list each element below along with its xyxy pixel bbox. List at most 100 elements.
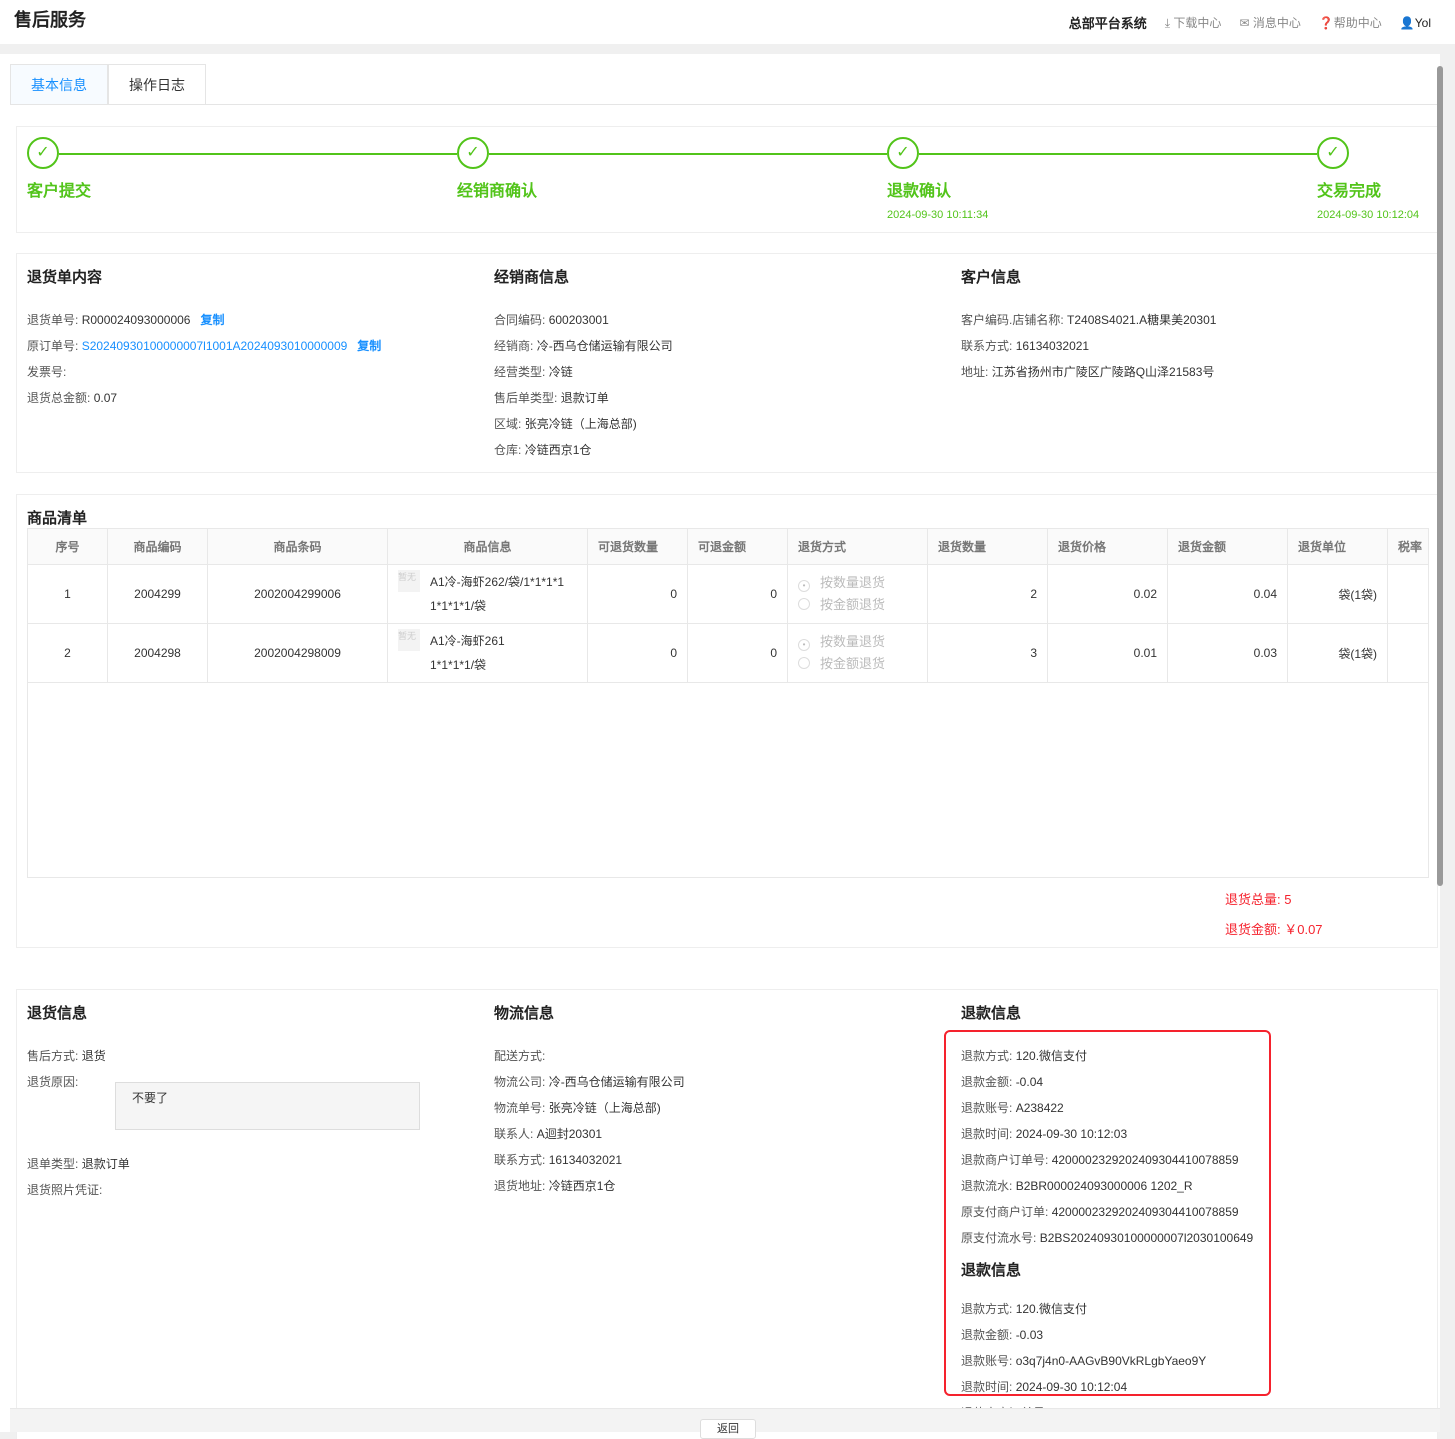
info-row: 客户编码.店铺名称: T2408S4021.A糖果美20301 (961, 307, 1216, 333)
total-quantity: 退货总量: 5 (1225, 892, 1292, 907)
field-value: 冷链 (548, 365, 573, 379)
cell-qty-avail: 0 (587, 623, 688, 683)
table-row: 2 2004298 2002004298009 暂无 A1冷-海虾261 1*1*1… (27, 623, 1429, 683)
return-total: 0.07 (93, 391, 118, 405)
progress-steps: ✓ 客户提交 ✓ 经销商确认 ✓ 退款确认 2024-09-30 10:11:34 ✓ 交… (16, 126, 1438, 233)
original-order-link[interactable]: S20240930100000007l1001A2024093010000009 (82, 339, 348, 353)
cell-amt-avail: 0 (687, 564, 788, 624)
product-name: A1冷-海虾261 (430, 634, 505, 648)
radio-by-amount[interactable]: 按金额退货 (798, 594, 917, 616)
step-label: 客户提交 (27, 183, 92, 200)
section-title: 退款信息 (961, 1005, 1022, 1022)
info-row: 退货地址: 冷链西京1仓 (494, 1173, 685, 1199)
tab-bar: 基本信息 操作日志 (10, 64, 1440, 105)
top-header: 售后服务 总部平台系统 ⤓ 下载中心 ✉ 消息中心 ❓帮助中心 👤Yol (0, 0, 1455, 44)
field-label: 区域: (494, 417, 522, 431)
step-3: ✓ 退款确认 2024-09-30 10:11:34 (887, 137, 988, 221)
info-row: 区域: 张亮冷链（上海总部) (494, 411, 673, 437)
scrollbar[interactable] (1437, 66, 1443, 886)
field-label: 地址: (961, 365, 989, 379)
field-label: 联系人: (494, 1127, 534, 1141)
info-row: 地址: 江苏省扬州市广陵区广陵路Q山泽21583号 (961, 359, 1216, 385)
section-title: 客户信息 (961, 269, 1022, 286)
column-header: 可退货数量 (587, 528, 688, 565)
step-connector (489, 153, 887, 155)
radio-label: 按金额退货 (820, 597, 886, 612)
step-1: ✓ 客户提交 (27, 137, 91, 201)
system-name[interactable]: 总部平台系统 (1069, 13, 1147, 32)
cell-price: 0.02 (1047, 564, 1168, 624)
total-amount: 退货金额: ￥0.07 (1225, 922, 1323, 937)
help-center-link[interactable]: ❓帮助中心 (1319, 14, 1382, 31)
tab-operation-log[interactable]: 操作日志 (108, 64, 206, 104)
goods-card: 商品清单 序号 商品编码 商品条码 商品信息 可退货数量 可退金额 退货方式 退货数量 退货价格… (16, 494, 1438, 948)
info-row: 配送方式: (494, 1043, 685, 1069)
cell-no: 2 (27, 623, 108, 683)
tab-basic-info[interactable]: 基本信息 (10, 64, 108, 104)
step-4: ✓ 交易完成 2024-09-30 10:12:04 (1317, 137, 1419, 221)
cell-barcode: 2002004298009 (207, 623, 388, 683)
info-row: 联系方式: 16134032021 (494, 1147, 685, 1173)
return-order-section: 退货单内容 退货单号: R000024093000006 复制 原订单号: S20… (27, 266, 381, 411)
footer-bar: 返回 (10, 1408, 1440, 1439)
info-row: 经销商: 冷-西乌仓储运输有限公司 (494, 333, 673, 359)
field-label: 原订单号: (27, 339, 79, 353)
return-info-section: 退货信息 售后方式: 退货 退货原因: 不要了 退单类型: 退款订单 退货照片凭… (27, 1002, 420, 1203)
section-title: 商品清单 (27, 510, 88, 527)
field-label: 经销商: (494, 339, 534, 353)
cell-amount: 0.04 (1167, 564, 1288, 624)
check-icon: ✓ (27, 137, 59, 169)
field-value: 冷-西乌仓储运输有限公司 (536, 339, 673, 353)
cell-barcode: 2002004299006 (207, 564, 388, 624)
field-label: 退货照片凭证: (27, 1183, 103, 1197)
field-label: 客户编码.店铺名称: (961, 313, 1064, 327)
field-label: 退货总金额: (27, 391, 91, 405)
field-label: 退单类型: (27, 1157, 79, 1171)
info-row: 物流单号: 张亮冷链（上海总部) (494, 1095, 685, 1121)
field-value: 退款订单 (560, 391, 609, 405)
dealer-section: 经销商信息 合同编码: 600203001 经销商: 冷-西乌仓储运输有限公司 经营… (494, 266, 673, 463)
column-header: 退货方式 (787, 528, 928, 565)
field-value: T2408S4021.A糖果美20301 (1067, 313, 1217, 327)
column-header: 税率 (1387, 528, 1429, 565)
return-reason-textarea[interactable]: 不要了 (115, 1082, 420, 1130)
field-label: 售后方式: (27, 1049, 79, 1063)
field-label: 联系方式: (494, 1153, 546, 1167)
field-label: 售后单类型: (494, 391, 558, 405)
field-value: 张亮冷链（上海总部) (524, 417, 637, 431)
highlight-box (944, 1030, 1271, 1396)
column-header: 退货单位 (1287, 528, 1388, 565)
check-icon: ✓ (1317, 137, 1349, 169)
cell-qty: 2 (927, 564, 1048, 624)
copy-button[interactable]: 复制 (200, 313, 224, 327)
cell-unit: 袋(1袋) (1287, 564, 1388, 624)
field-label: 合同编码: (494, 313, 546, 327)
radio-by-quantity[interactable]: • 按数量退货 (798, 631, 917, 653)
field-label: 物流公司: (494, 1075, 546, 1089)
field-value: 冷链西京1仓 (524, 443, 592, 457)
field-value: 600203001 (548, 313, 609, 327)
info-row: 合同编码: 600203001 (494, 307, 673, 333)
download-center-link[interactable]: ⤓ 下载中心 (1165, 14, 1222, 31)
cell-no: 1 (27, 564, 108, 624)
radio-icon (798, 598, 810, 610)
step-time: 2024-09-30 10:11:34 (887, 209, 989, 221)
copy-button[interactable]: 复制 (357, 339, 381, 353)
column-header: 序号 (27, 528, 108, 565)
info-row: 联系人: A迴封20301 (494, 1121, 685, 1147)
radio-by-quantity[interactable]: • 按数量退货 (798, 572, 917, 594)
info-card: 退货单内容 退货单号: R000024093000006 复制 原订单号: S20… (16, 253, 1438, 473)
user-menu[interactable]: 👤Yol (1400, 16, 1431, 30)
cell-code: 2004298 (107, 623, 208, 683)
section-title: 经销商信息 (494, 269, 570, 286)
back-button[interactable]: 返回 (700, 1419, 756, 1439)
customer-section: 客户信息 客户编码.店铺名称: T2408S4021.A糖果美20301 联系方式… (961, 266, 1216, 385)
radio-by-amount[interactable]: 按金额退货 (798, 653, 917, 675)
message-center-link[interactable]: ✉ 消息中心 (1239, 14, 1300, 31)
help-icon: ❓ (1318, 16, 1334, 30)
radio-icon (798, 657, 810, 669)
check-icon: ✓ (887, 137, 919, 169)
cell-qty: 3 (927, 623, 1048, 683)
cell-unit: 袋(1袋) (1287, 623, 1388, 683)
field-value: 16134032021 (548, 1153, 623, 1167)
